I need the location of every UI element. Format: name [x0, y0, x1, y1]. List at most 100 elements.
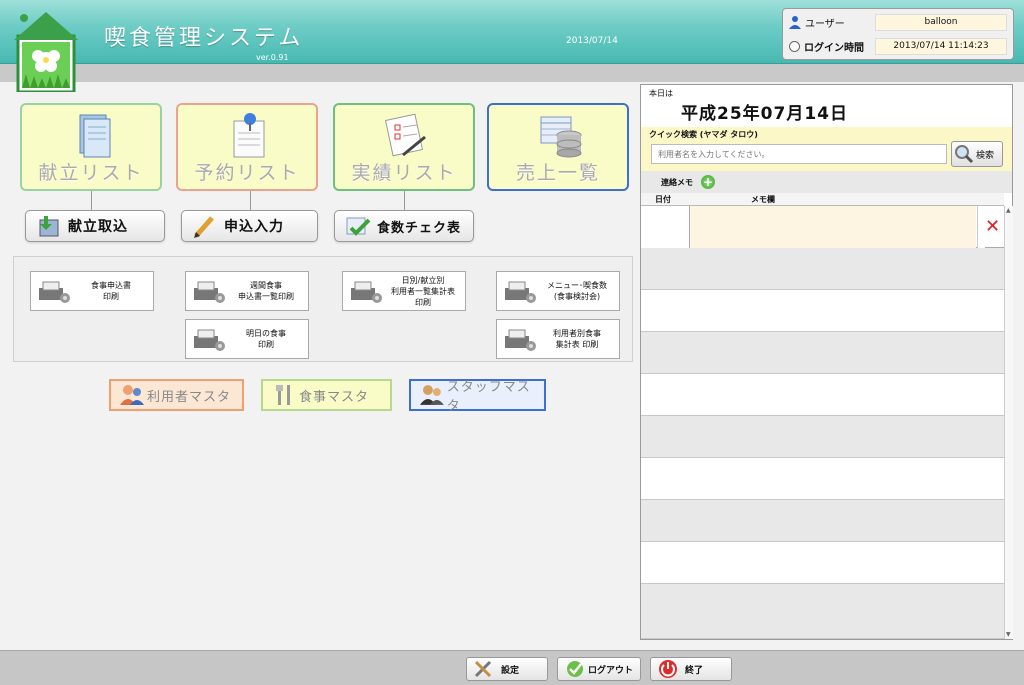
meal-application-print-label: 食事申込書 印刷 [91, 281, 131, 301]
printer-icon [351, 281, 382, 303]
col-date: 日付 [655, 195, 671, 204]
user-value: balloon [875, 13, 1007, 31]
login-label: ログイン時間 [804, 42, 864, 54]
menu-list-button[interactable]: 献立リスト [20, 103, 162, 191]
reservation-list-label: 予約リスト [194, 162, 300, 184]
app-version: ver.0.91 [256, 53, 289, 62]
daily-user-summary-print-label: 日別/献立別 利用者一覧集計表 印刷 [391, 275, 455, 307]
memo-date-cell[interactable] [641, 206, 690, 248]
quick-search-label: クイック検索 (ヤマダ タロウ) [649, 130, 758, 139]
footer: 設定 ログアウト 終了 [0, 650, 1024, 685]
pencil-icon [194, 216, 214, 238]
today-label: 本日は [649, 89, 673, 98]
connector-line [250, 191, 251, 211]
document-icon [79, 114, 111, 158]
list-item [641, 332, 1004, 374]
logout-label: ログアウト [588, 665, 634, 676]
header-date: 2013/07/14 [566, 36, 618, 46]
weekly-meal-print-button[interactable]: 週間食事 申込書一覧印刷 [185, 271, 309, 311]
list-item [641, 248, 1004, 290]
add-memo-icon[interactable]: + [701, 175, 715, 189]
menu-meal-count-label: メニュー･喫食数 (食事検討会) [547, 281, 607, 301]
list-item [641, 458, 1004, 500]
import-icon [39, 216, 59, 237]
list-item [641, 500, 1004, 542]
list-item [641, 374, 1004, 416]
check-icon [346, 217, 371, 236]
header-stripe [0, 64, 1024, 82]
memo-text-cell[interactable] [690, 206, 976, 248]
clock-icon [789, 40, 800, 52]
application-input-button[interactable]: 申込入力 [181, 210, 318, 242]
pinned-note-icon [233, 113, 265, 158]
list-item [641, 290, 1004, 332]
menu-import-button[interactable]: 献立取込 [25, 210, 165, 242]
app-title: 喫食管理システム [104, 26, 304, 51]
daily-user-summary-print-button[interactable]: 日別/献立別 利用者一覧集計表 印刷 [342, 271, 466, 311]
menu-meal-count-button[interactable]: メニュー･喫食数 (食事検討会) [496, 271, 620, 311]
staff-master-label: スタッフマスタ [446, 380, 531, 414]
scroll-up-icon[interactable]: ▲ [1006, 207, 1011, 214]
cutlery-icon [276, 385, 290, 405]
checklist-icon [384, 113, 426, 157]
database-icon [540, 116, 582, 158]
user-row: ユーザー balloon [789, 12, 1007, 32]
quick-search-area: クイック検索 (ヤマダ タロウ) 検索 [641, 127, 1012, 171]
memo-header-label: 連絡メモ [661, 177, 693, 187]
menu-list-label: 献立リスト [38, 162, 144, 184]
memo-row: ✕ [641, 206, 1004, 248]
memo-list-scrollbar[interactable]: ▲ ▼ [1004, 206, 1013, 639]
settings-button[interactable]: 設定 [466, 657, 548, 681]
user-meal-summary-print-button[interactable]: 利用者別食事 集計表 印刷 [496, 319, 620, 359]
printer-icon [39, 281, 70, 303]
tomorrow-meal-print-label: 明日の食事 印刷 [246, 329, 286, 349]
meal-application-print-button[interactable]: 食事申込書 印刷 [30, 271, 154, 311]
application-input-label: 申込入力 [224, 219, 284, 235]
right-panel: 本日は 平成25年07月14日 クイック検索 (ヤマダ タロウ) 検索 連絡メモ… [640, 84, 1013, 640]
user-master-button[interactable]: 利用者マスタ [109, 379, 244, 411]
list-item [641, 416, 1004, 458]
quick-search-input[interactable] [651, 144, 947, 164]
printer-icon [194, 281, 225, 303]
menu-import-label: 献立取込 [68, 219, 128, 235]
sales-list-label: 売上一覧 [515, 162, 600, 184]
login-row: ログイン時間 2013/07/14 11:14:23 [789, 36, 1007, 56]
search-button[interactable]: 検索 [951, 141, 1003, 167]
sales-list-button[interactable]: 売上一覧 [487, 103, 629, 191]
exit-button[interactable]: 終了 [650, 657, 732, 681]
results-list-button[interactable]: 実績リスト [333, 103, 475, 191]
user-label: ユーザー [805, 18, 845, 30]
memo-header: 連絡メモ + [641, 171, 1012, 193]
printer-icon [505, 281, 536, 303]
power-icon [659, 660, 677, 678]
users-icon [120, 385, 144, 405]
login-value: 2013/07/14 11:14:23 [875, 37, 1007, 55]
logout-button[interactable]: ログアウト [557, 657, 641, 681]
results-list-label: 実績リスト [351, 162, 457, 184]
meal-count-check-label: 食数チェク表 [377, 220, 462, 236]
user-icon [789, 16, 801, 29]
connector-line [404, 191, 405, 211]
tomorrow-meal-print-button[interactable]: 明日の食事 印刷 [185, 319, 309, 359]
col-memo: メモ欄 [751, 195, 775, 204]
print-panel: 食事申込書 印刷 週間食事 申込書一覧印刷 日別/献立別 利用者一覧集計表 印刷… [13, 256, 633, 362]
settings-label: 設定 [501, 665, 520, 676]
meal-count-check-button[interactable]: 食数チェク表 [334, 210, 474, 242]
memo-column-header: 日付 メモ欄 [641, 193, 1004, 206]
meal-master-button[interactable]: 食事マスタ [261, 379, 392, 411]
printer-icon [505, 329, 536, 351]
delete-icon[interactable]: ✕ [985, 216, 1000, 237]
staff-master-button[interactable]: スタッフマスタ [409, 379, 546, 414]
today-date: 平成25年07月14日 [681, 104, 848, 124]
reservation-list-button[interactable]: 予約リスト [176, 103, 318, 191]
memo-scrollbar[interactable] [977, 206, 985, 248]
search-button-label: 検索 [976, 150, 995, 161]
user-master-label: 利用者マスタ [147, 389, 232, 405]
connector-line [91, 191, 92, 211]
list-item [641, 584, 1004, 639]
logout-icon [567, 661, 583, 677]
session-info-box: ユーザー balloon ログイン時間 2013/07/14 11:14:23 [782, 8, 1014, 60]
list-item [641, 542, 1004, 584]
scroll-down-icon[interactable]: ▼ [1006, 631, 1011, 638]
weekly-meal-print-label: 週間食事 申込書一覧印刷 [238, 281, 294, 301]
